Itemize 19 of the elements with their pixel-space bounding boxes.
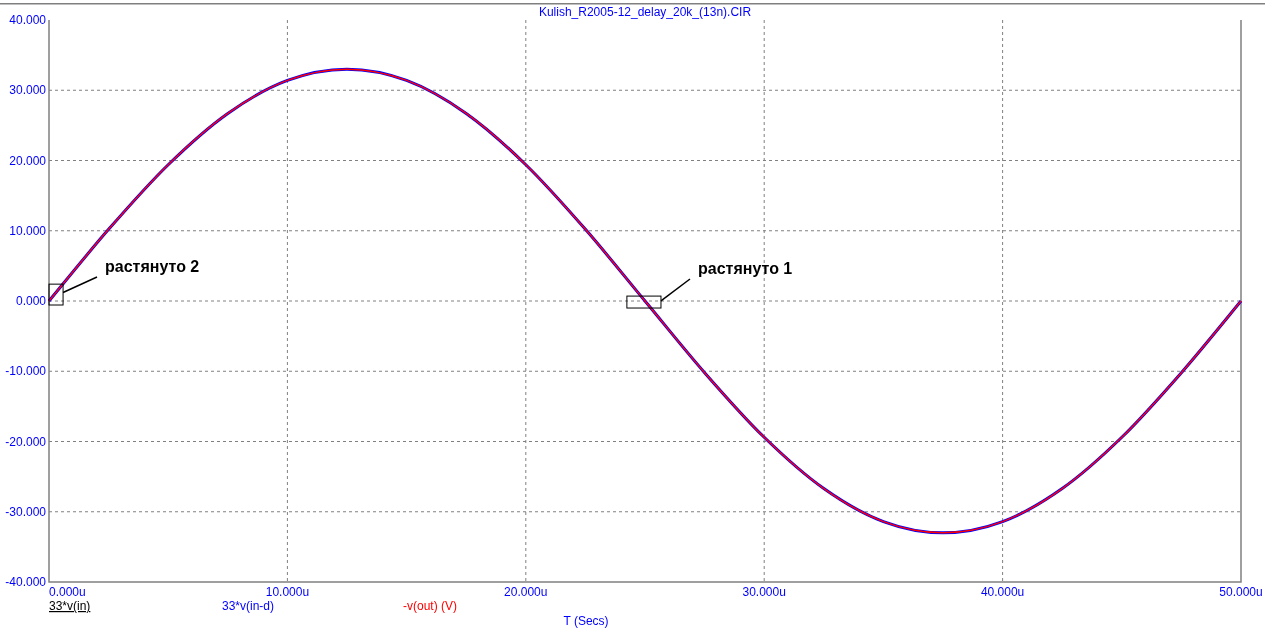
chart-title: Kulish_R2005-12_delay_20k_(13n).CIR xyxy=(538,5,752,19)
axis-tick-label: 20.000 xyxy=(9,153,46,168)
axis-tick-label: 40.000u xyxy=(980,585,1025,599)
axis-tick-label: 20.000u xyxy=(504,585,548,599)
axis-tick-label: 30.000u xyxy=(742,585,786,599)
axis-tick-label: 0.000 xyxy=(15,294,46,308)
axis-tick-label: 50.000u xyxy=(1219,585,1263,599)
axis-tick-label: 10.000 xyxy=(9,223,46,238)
axis-tick-label: 30.000 xyxy=(9,83,46,98)
annotation-label: растянуто 1 xyxy=(698,260,793,277)
annotation-label: растянуто 2 xyxy=(105,258,200,275)
axis-tick-label: -10.000 xyxy=(5,364,46,379)
axis-tick-label: -40.000 xyxy=(5,575,46,589)
axis-tick-label: 40.000 xyxy=(9,13,46,27)
axis-tick-label: 0.000u xyxy=(49,585,86,599)
axis-tick-label: -20.000 xyxy=(5,434,46,449)
axis-title: T (Secs) xyxy=(563,614,609,628)
axis-tick-label: 10.000u xyxy=(265,585,310,599)
axis-tick-label: -30.000 xyxy=(5,504,46,519)
